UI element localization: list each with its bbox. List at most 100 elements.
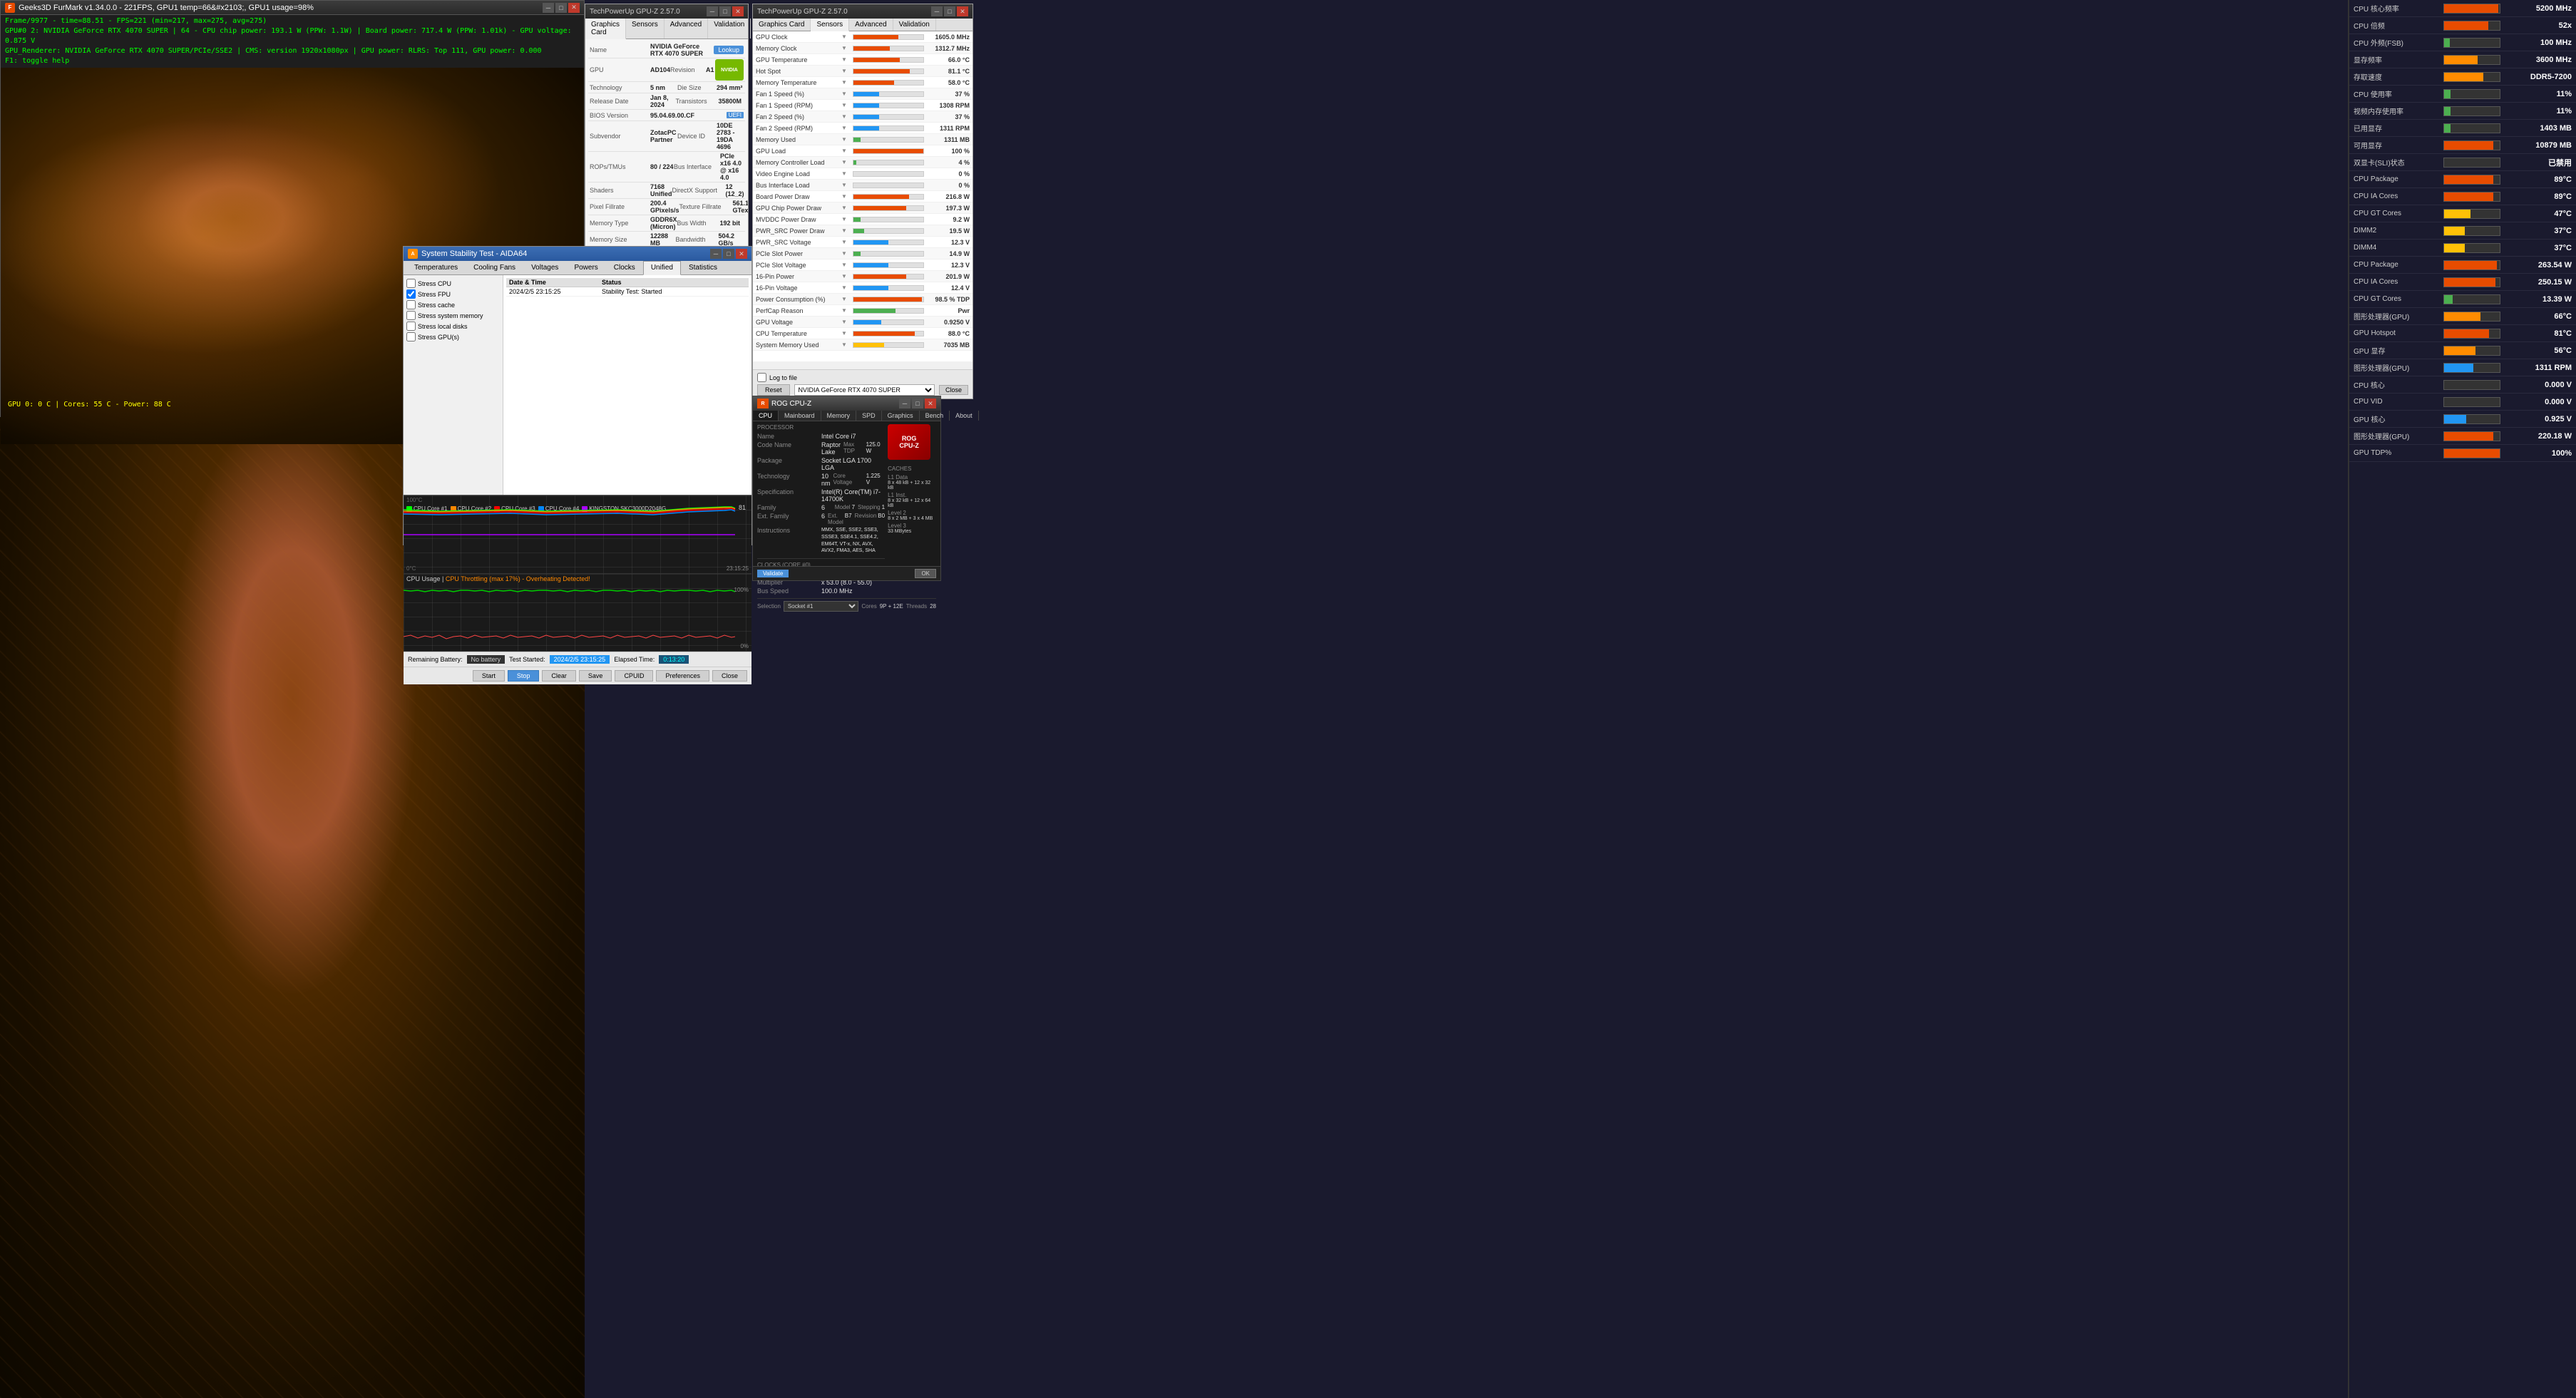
- cpuz-tab-bench[interactable]: Bench: [920, 411, 950, 421]
- sensor-bar-21: [853, 274, 924, 279]
- gpuz-sensors-controls: ─ □ ✕: [931, 6, 968, 16]
- aida64-minimize-btn[interactable]: ─: [710, 249, 722, 259]
- cpuz-tab-about[interactable]: About: [950, 411, 979, 421]
- gpuz-sensors-tab-sensors[interactable]: Sensors: [811, 19, 849, 31]
- cpuz-row-instructions: Instructions MMX, SSE, SSE2, SSE3, SSSE3…: [757, 526, 885, 555]
- furmark-close-btn[interactable]: ✕: [568, 3, 580, 13]
- furmark-minimize-btn[interactable]: ─: [543, 3, 554, 13]
- rp-item-6: 视频内存使用率 11%: [2349, 103, 2576, 120]
- cpuz-tab-graphics[interactable]: Graphics: [882, 411, 920, 421]
- rp-label-20: GPU 显存: [2354, 345, 2441, 356]
- aida64-clear-btn[interactable]: Clear: [542, 670, 576, 682]
- aida64-close-btn[interactable]: Close: [712, 670, 747, 682]
- cpuz-tab-cpu[interactable]: CPU: [753, 411, 779, 421]
- gpuz-sensors-minimize-btn[interactable]: ─: [931, 6, 943, 16]
- cpuz-tab-spd[interactable]: SPD: [856, 411, 882, 421]
- aida64-save-btn[interactable]: Save: [579, 670, 612, 682]
- sensor-row-7: Fan 2 Speed (%) ▼ 37 %: [753, 111, 973, 123]
- aida64-tab-powers[interactable]: Powers: [566, 261, 605, 274]
- gpuz-main-close-btn[interactable]: ✕: [732, 6, 744, 16]
- aida64-tab-cooling-fans[interactable]: Cooling Fans: [466, 261, 523, 274]
- aida64-tab-unified[interactable]: Unified: [643, 261, 681, 275]
- rp-item-19: GPU Hotspot 81°C: [2349, 325, 2576, 342]
- sensor-bar-fill-7: [853, 115, 879, 119]
- gpuz-tab-sensors[interactable]: Sensors: [626, 19, 664, 38]
- sensor-bar-13: [853, 183, 924, 188]
- aida64-tab-temperatures[interactable]: Temperatures: [406, 261, 466, 274]
- aida64-maximize-btn[interactable]: □: [723, 249, 734, 259]
- sensor-value-16: 9.2 W: [927, 216, 970, 223]
- aida64-tab-statistics[interactable]: Statistics: [681, 261, 725, 274]
- gpuz-tab-validation[interactable]: Validation: [708, 19, 751, 38]
- sensor-arrow-24: ▼: [841, 307, 850, 314]
- rp-bar-20: [2443, 346, 2500, 356]
- sensor-row-24: PerfCap Reason ▼ Pwr: [753, 305, 973, 317]
- aida64-stress-cpu: Stress CPU: [406, 278, 500, 289]
- aida64-stress-cpu-checkbox[interactable]: [406, 279, 416, 288]
- sensor-row-26: CPU Temperature ▼ 88.0 °C: [753, 328, 973, 339]
- gpuz-reset-btn[interactable]: Reset: [757, 384, 790, 396]
- gpuz-sensors-close-btn[interactable]: ✕: [957, 6, 968, 16]
- aida64-stress-cache-checkbox[interactable]: [406, 300, 416, 309]
- furmark-maximize-btn[interactable]: □: [555, 3, 567, 13]
- cpuz-validate-btn[interactable]: Validate: [757, 570, 789, 577]
- cpuz-socket-select[interactable]: Socket #1: [784, 601, 858, 612]
- sensor-arrow-11: ▼: [841, 159, 850, 165]
- aida64-test-started-value: 2024/2/5 23:15:25: [550, 655, 610, 664]
- aida64-stress-sysm-checkbox[interactable]: [406, 311, 416, 320]
- cpuz-bottom-bar: Validate OK: [753, 566, 940, 580]
- gpuz-main-maximize-btn[interactable]: □: [719, 6, 731, 16]
- aida64-tab-clocks[interactable]: Clocks: [606, 261, 643, 274]
- aida64-stress-gpu-checkbox[interactable]: [406, 332, 416, 341]
- cpuz-threads-label: Threads: [906, 603, 927, 610]
- aida64-cpuid-btn[interactable]: CPUID: [615, 670, 653, 682]
- sensor-value-7: 37 %: [927, 113, 970, 120]
- rp-label-10: CPU Package: [2354, 175, 2441, 183]
- gpuz-log-checkbox[interactable]: [757, 373, 766, 382]
- gpuz-main-minimize-btn[interactable]: ─: [707, 6, 718, 16]
- rp-bar-1: [2443, 21, 2500, 31]
- aida64-stop-btn[interactable]: Stop: [508, 670, 540, 682]
- cpuz-minimize-btn[interactable]: ─: [899, 399, 910, 408]
- rp-label-21: 图形处理器(GPU): [2354, 362, 2441, 373]
- cpuz-tabs: CPU Mainboard Memory SPD Graphics Bench …: [753, 411, 940, 421]
- sensor-row-0: GPU Clock ▼ 1605.0 MHz: [753, 31, 973, 43]
- aida64-tab-voltages[interactable]: Voltages: [523, 261, 566, 274]
- sensor-arrow-15: ▼: [841, 205, 850, 211]
- gpuz-sensors-tab-advanced[interactable]: Advanced: [849, 19, 893, 31]
- gpuz-sensors-maximize-btn[interactable]: □: [944, 6, 955, 16]
- gpuz-tab-graphics-card[interactable]: Graphics Card: [585, 19, 626, 39]
- sensor-bar-fill-0: [853, 35, 898, 39]
- cpuz-row-name: Name Intel Core i7: [757, 432, 885, 441]
- rp-value-3: 3600 MHz: [2500, 56, 2572, 64]
- aida64-stress-disk-checkbox[interactable]: [406, 322, 416, 331]
- rp-bar-8: [2443, 140, 2500, 150]
- aida64-stress-fpu-checkbox[interactable]: [406, 289, 416, 299]
- gpuz-sensors-tab-validation[interactable]: Validation: [893, 19, 936, 31]
- gpuz-sensors-tab-gc[interactable]: Graphics Card: [753, 19, 811, 31]
- rp-bar-fill-21: [2444, 364, 2473, 372]
- cpuz-tab-memory[interactable]: Memory: [821, 411, 857, 421]
- aida64-start-btn[interactable]: Start: [473, 670, 505, 682]
- rp-item-10: CPU Package 89°C: [2349, 171, 2576, 188]
- rp-label-4: 存取速度: [2354, 71, 2441, 82]
- gpuz-sensors-window: TechPowerUp GPU-Z 2.57.0 ─ □ ✕ Graphics …: [752, 4, 973, 399]
- sensor-bar-fill-5: [853, 92, 879, 96]
- rp-item-12: CPU GT Cores 47°C: [2349, 205, 2576, 222]
- rp-label-13: DIMM2: [2354, 227, 2441, 235]
- gpuz-sensors-close-btn-bottom[interactable]: Close: [939, 385, 968, 395]
- gpuz-tab-advanced[interactable]: Advanced: [664, 19, 708, 38]
- gpuz-lookup-btn[interactable]: Lookup: [714, 46, 744, 54]
- cpuz-row-spec: Specification Intel(R) Core(TM) i7-14700…: [757, 488, 885, 503]
- cpuz-maximize-btn[interactable]: □: [912, 399, 923, 408]
- cpuz-close-btn-title[interactable]: ✕: [925, 399, 936, 408]
- rp-bar-fill-20: [2444, 346, 2475, 355]
- aida64-preferences-btn[interactable]: Preferences: [656, 670, 709, 682]
- cpuz-ok-btn[interactable]: OK: [915, 569, 936, 578]
- aida64-elapsed-label: Elapsed Time:: [614, 656, 655, 663]
- rp-bar-fill-12: [2444, 210, 2470, 218]
- cpuz-tab-mainboard[interactable]: Mainboard: [779, 411, 821, 421]
- aida64-close-btn-title[interactable]: ✕: [736, 249, 747, 259]
- gpuz-sensors-gpu-select[interactable]: NVIDIA GeForce RTX 4070 SUPER: [794, 384, 935, 396]
- sensor-bar-4: [853, 80, 924, 86]
